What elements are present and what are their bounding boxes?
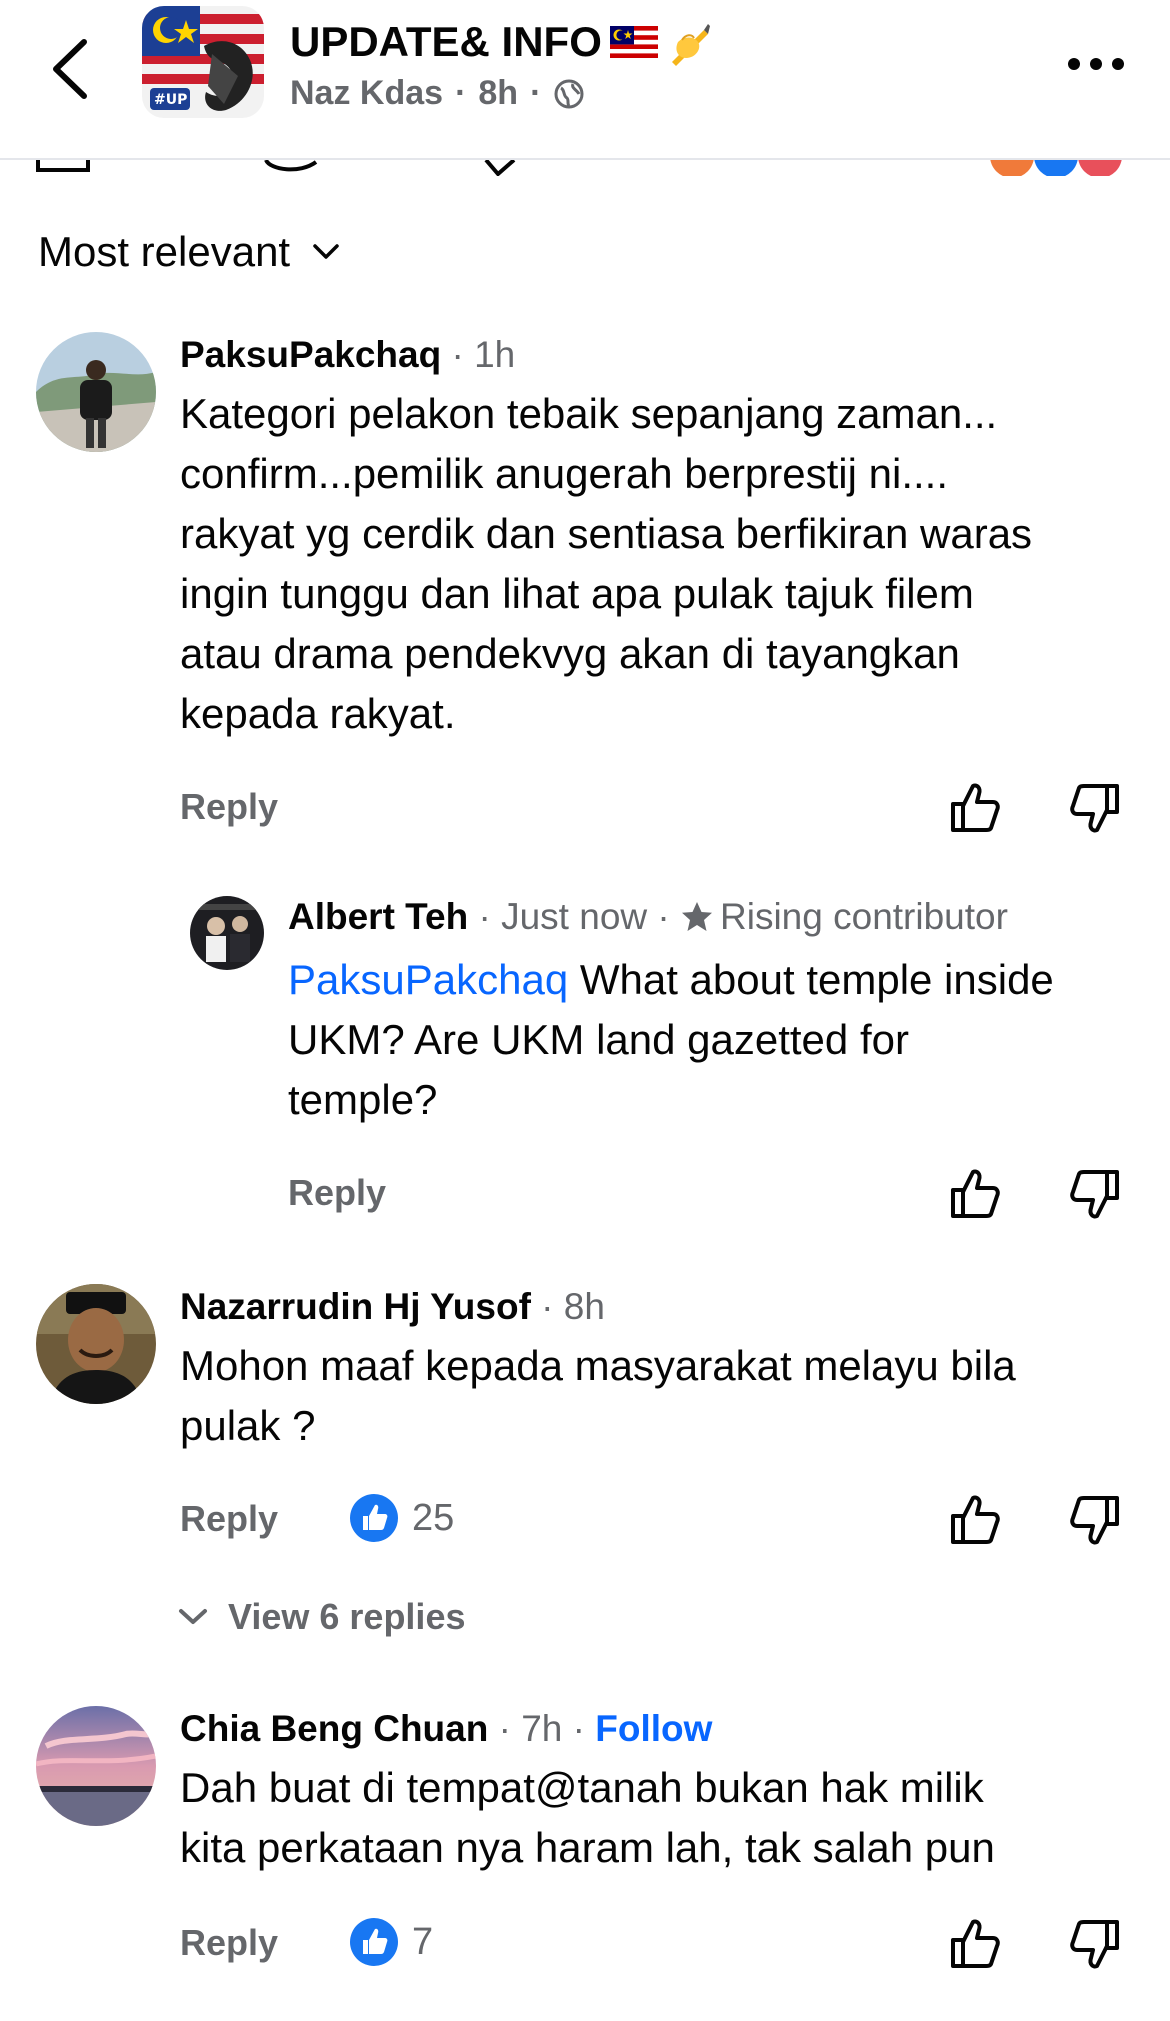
reply-button[interactable]: Reply <box>288 1172 386 1214</box>
comment-text: Mohon maaf kepada masyarakat melayu bila… <box>180 1336 1170 1456</box>
group-title-text: UPDATE& INFO <box>290 18 602 65</box>
comment-time: 7h <box>521 1708 563 1749</box>
chevron-down-icon <box>313 244 339 259</box>
sort-label: Most relevant <box>38 228 291 275</box>
avatar[interactable] <box>36 1706 156 1826</box>
follow-button[interactable]: Follow <box>595 1708 712 1750</box>
post-actions-row-partial <box>0 160 1170 176</box>
thumbs-down-icon[interactable] <box>1067 780 1123 836</box>
group-title[interactable]: UPDATE& INFO <box>290 18 712 66</box>
like-count-value: 7 <box>412 1920 434 1963</box>
comment-text-line: temple? <box>288 1076 438 1123</box>
comment-text-line: pulak ? <box>180 1402 316 1449</box>
comment-author[interactable]: Nazarrudin Hj Yusof <box>180 1286 531 1328</box>
comment-text-line: ingin tunggu dan lihat apa pulak tajuk f… <box>180 570 974 617</box>
comment-text-line: UKM? Are UKM land gazetted for <box>288 1016 909 1063</box>
post-time: 8h <box>478 74 519 112</box>
separator-dot: · <box>455 74 467 112</box>
comment-text: PaksuPakchaq What about temple inside UK… <box>288 950 1148 1130</box>
separator-dot: · <box>562 1708 596 1749</box>
star-icon <box>682 902 713 931</box>
contributor-badge: Rising contributor <box>720 896 1008 937</box>
like-count[interactable]: 7 <box>350 1918 433 1966</box>
sort-dropdown[interactable]: Most relevant <box>38 228 340 276</box>
post-meta: Naz Kdas · 8h · <box>290 74 585 113</box>
writing-hand-icon <box>671 24 710 66</box>
separator-dot: · <box>530 1286 564 1327</box>
chevron-down-icon <box>179 1609 207 1624</box>
comment-text: Dah buat di tempat@tanah bukan hak milik… <box>180 1758 1170 1878</box>
comment-author[interactable]: Chia Beng Chuan <box>180 1708 488 1750</box>
post-header: #UP UPDATE& INFO Naz Kdas · 8h · <box>0 0 1170 160</box>
comment-text-line: confirm...pemilik anugerah berprestij ni… <box>180 450 948 497</box>
comment-text: Kategori pelakon tebaik sepanjang zaman.… <box>180 384 1170 744</box>
separator-dot: · <box>647 896 681 937</box>
thumbs-down-icon[interactable] <box>1067 1916 1123 1972</box>
separator-dot: · <box>468 896 502 937</box>
thumbs-down-icon[interactable] <box>1067 1492 1123 1548</box>
comment-header: Nazarrudin Hj Yusof · 8h <box>180 1286 605 1328</box>
avatar[interactable] <box>190 896 264 970</box>
comment-text-line: Mohon maaf kepada masyarakat melayu bila <box>180 1342 1016 1389</box>
avatar[interactable] <box>36 332 156 452</box>
comment-time: 8h <box>563 1286 605 1327</box>
comment-text-line: rakyat yg cerdik dan sentiasa berfikiran… <box>180 510 1033 557</box>
view-replies-button[interactable]: View 6 replies <box>178 1596 465 1638</box>
malaysia-flag-icon <box>609 26 658 58</box>
svg-text:#UP: #UP <box>154 92 187 108</box>
comment-text-line: atau drama pendekvyg akan di tayangkan <box>180 630 960 677</box>
comment-text-line: kepada rakyat. <box>180 690 456 737</box>
view-replies-label: View 6 replies <box>228 1596 466 1637</box>
separator-dot: · <box>441 334 475 375</box>
comment-time: Just now <box>501 896 648 937</box>
reply-button[interactable]: Reply <box>180 1922 278 1964</box>
comment-text-line: PaksuPakchaq What about temple inside <box>288 950 1148 1010</box>
comment-text-line: Kategori pelakon tebaik sepanjang zaman.… <box>180 390 998 437</box>
globe-icon <box>554 79 584 108</box>
like-badge-icon <box>350 1494 398 1542</box>
comment-header: Albert Teh · Just now · Rising contribut… <box>288 896 1008 938</box>
comment-header: PaksuPakchaq · 1h <box>180 334 515 376</box>
separator-dot: · <box>488 1708 522 1749</box>
comment-time: 1h <box>474 334 516 375</box>
like-badge-icon <box>350 1918 398 1966</box>
more-horizontal-icon[interactable] <box>1064 54 1128 74</box>
comment-text-line: Dah buat di tempat@tanah bukan hak milik <box>180 1764 984 1811</box>
comment-author[interactable]: Albert Teh <box>288 896 468 938</box>
comment-text-segment: What about temple inside <box>579 956 1054 1003</box>
thumbs-up-icon[interactable] <box>947 780 1003 836</box>
title-emoji <box>609 18 712 66</box>
like-count-value: 25 <box>412 1496 455 1539</box>
thumbs-up-icon[interactable] <box>947 1166 1003 1222</box>
group-avatar[interactable]: #UP <box>142 6 264 118</box>
avatar[interactable] <box>36 1284 156 1404</box>
chevron-left-icon[interactable] <box>46 36 96 102</box>
reply-button[interactable]: Reply <box>180 1498 278 1540</box>
post-author[interactable]: Naz Kdas <box>290 74 443 113</box>
like-count[interactable]: 25 <box>350 1494 454 1542</box>
mention-link[interactable]: PaksuPakchaq <box>288 956 568 1003</box>
reply-button[interactable]: Reply <box>180 786 278 828</box>
comment-text-line: kita perkataan nya haram lah, tak salah … <box>180 1824 995 1871</box>
thumbs-down-icon[interactable] <box>1067 1166 1123 1222</box>
thumbs-up-icon[interactable] <box>947 1492 1003 1548</box>
comment-author[interactable]: PaksuPakchaq <box>180 334 441 376</box>
separator-dot: · <box>530 74 542 112</box>
thumbs-up-icon[interactable] <box>947 1916 1003 1972</box>
comment-header: Chia Beng Chuan · 7h · Follow <box>180 1708 712 1750</box>
